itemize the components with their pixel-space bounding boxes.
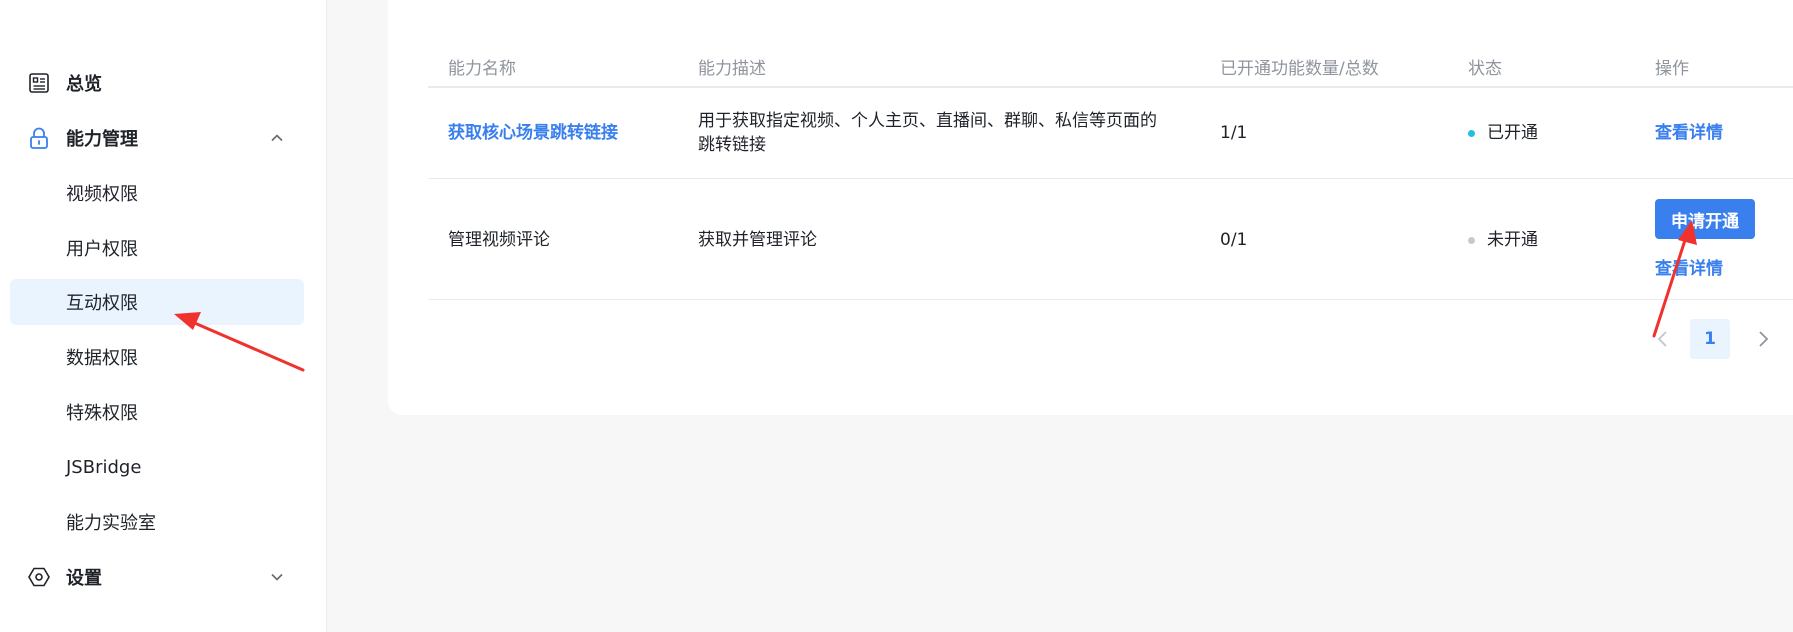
- capability-description: 获取并管理评论: [698, 230, 817, 250]
- header-action: 操作: [1655, 59, 1689, 79]
- sidebar-item-capability-management[interactable]: 能力管理: [10, 115, 304, 161]
- sidebar-item-interaction-permission[interactable]: 互动权限: [10, 279, 304, 325]
- capability-table-card: 能力名称 能力描述 已开通功能数量/总数 状态 操作 获取核心场景跳转链接 用于…: [388, 0, 1793, 415]
- capability-table: 能力名称 能力描述 已开通功能数量/总数 状态 操作 获取核心场景跳转链接 用于…: [428, 46, 1793, 300]
- enabled-count: 1/1: [1220, 123, 1248, 143]
- sidebar-item-label: JSBridge: [66, 456, 142, 478]
- sidebar-item-label: 数据权限: [66, 348, 138, 369]
- sidebar-item-label: 用户权限: [66, 239, 138, 260]
- capability-name: 管理视频评论: [448, 230, 550, 250]
- header-desc: 能力描述: [698, 59, 766, 79]
- sidebar-item-label: 设置: [66, 568, 102, 589]
- sidebar: 总览 能力管理 视频权限 用户权限 互动权限 数据权限 特殊权限 JSBridg…: [0, 0, 327, 632]
- sidebar-item-user-permission[interactable]: 用户权限: [10, 225, 304, 271]
- sidebar-item-overview[interactable]: 总览: [10, 60, 304, 106]
- table-row: 获取核心场景跳转链接 用于获取指定视频、个人主页、直播间、群聊、私信等页面的 跳…: [428, 88, 1793, 179]
- status-badge: 已开通: [1468, 121, 1538, 145]
- view-details-link[interactable]: 查看详情: [1655, 121, 1723, 145]
- capability-name-link[interactable]: 获取核心场景跳转链接: [448, 121, 618, 145]
- lock-icon: [27, 126, 51, 150]
- table-row: 管理视频评论 获取并管理评论 0/1 未开通 申请开通 查看详情: [428, 179, 1793, 300]
- sidebar-item-label: 能力实验室: [66, 513, 156, 534]
- sidebar-item-label: 能力管理: [66, 129, 138, 150]
- sidebar-item-settings[interactable]: 设置: [10, 554, 304, 600]
- page-number-button[interactable]: 1: [1690, 319, 1730, 359]
- sidebar-item-jsbridge[interactable]: JSBridge: [10, 444, 304, 490]
- table-header: 能力名称 能力描述 已开通功能数量/总数 状态 操作: [428, 46, 1793, 88]
- settings-hexagon-icon: [27, 565, 51, 589]
- apply-enable-button[interactable]: 申请开通: [1655, 199, 1755, 239]
- pagination: 1: [1648, 319, 1788, 359]
- app-root: 总览 能力管理 视频权限 用户权限 互动权限 数据权限 特殊权限 JSBridg…: [0, 0, 1793, 632]
- sidebar-item-special-permission[interactable]: 特殊权限: [10, 389, 304, 435]
- sidebar-item-label: 特殊权限: [66, 403, 138, 424]
- capability-description: 用于获取指定视频、个人主页、直播间、群聊、私信等页面的 跳转链接: [698, 109, 1178, 157]
- prev-page-icon[interactable]: [1648, 319, 1678, 359]
- header-name: 能力名称: [448, 59, 516, 79]
- chevron-up-icon[interactable]: [268, 129, 286, 147]
- sidebar-item-label: 视频权限: [66, 184, 138, 205]
- sidebar-item-label: 互动权限: [66, 293, 138, 314]
- status-dot: [1468, 236, 1475, 244]
- status-text: 未开通: [1487, 230, 1538, 250]
- chevron-down-icon[interactable]: [268, 568, 286, 586]
- overview-icon: [27, 71, 51, 95]
- header-status: 状态: [1468, 59, 1502, 79]
- header-count: 已开通功能数量/总数: [1220, 59, 1379, 79]
- status-text: 已开通: [1487, 123, 1538, 143]
- sidebar-item-capability-lab[interactable]: 能力实验室: [10, 499, 304, 545]
- sidebar-item-label: 总览: [66, 74, 102, 95]
- view-details-link[interactable]: 查看详情: [1655, 257, 1723, 281]
- status-dot: [1468, 129, 1475, 137]
- status-badge: 未开通: [1468, 228, 1538, 252]
- sidebar-item-data-permission[interactable]: 数据权限: [10, 334, 304, 380]
- description-line: 用于获取指定视频、个人主页、直播间、群聊、私信等页面的: [698, 111, 1157, 131]
- enabled-count: 0/1: [1220, 230, 1248, 250]
- sidebar-item-video-permission[interactable]: 视频权限: [10, 170, 304, 216]
- next-page-icon[interactable]: [1748, 319, 1778, 359]
- description-line: 跳转链接: [698, 135, 766, 155]
